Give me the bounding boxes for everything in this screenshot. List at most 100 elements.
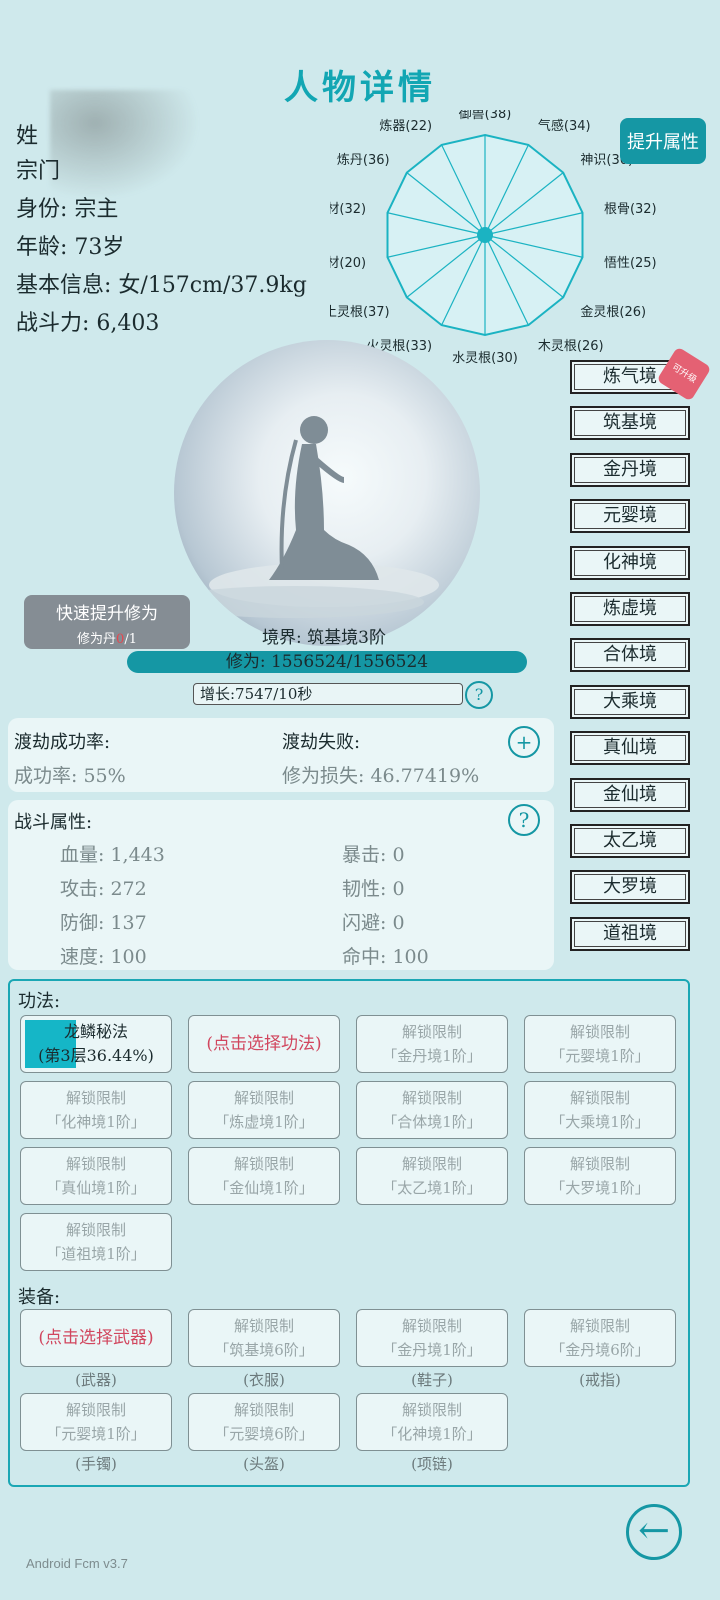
tribulation-fail-label: 渡劫失败: (282, 732, 361, 753)
quick-boost-title: 快速提升修为 (56, 604, 158, 624)
skill-slot-text: 「炼虚境1阶」 (214, 1113, 314, 1131)
skill-slot-text: 「太乙境1阶」 (382, 1179, 482, 1197)
skill-slot-locked[interactable]: 解锁限制 「炼虚境1阶」 (188, 1081, 340, 1139)
equipment-slot-locked[interactable]: 解锁限制「元婴境1阶」 (20, 1393, 172, 1451)
equipment-slot-text: 解锁限制 (401, 1401, 462, 1419)
equipment-slot-text: 「元婴境6阶」 (214, 1425, 314, 1443)
equipment-slot-locked[interactable]: 解锁限制 「金丹境6阶」 (524, 1309, 676, 1367)
skill-slot-locked[interactable]: 解锁限制「金丹境1阶」 (356, 1015, 508, 1073)
skill-slot-locked[interactable]: 解锁限制 「道祖境1阶」 (20, 1213, 172, 1271)
equipment-slot-caption: (项链) (411, 1455, 453, 1473)
combat-help-icon[interactable]: ? (508, 804, 540, 836)
upgrade-attributes-button[interactable]: 提升属性 (620, 118, 706, 164)
skill-slot-locked[interactable]: 解锁限制「化神境1阶」 (20, 1081, 172, 1139)
sect-label: 宗门 (16, 159, 61, 184)
realm-button[interactable]: 道祖境 (570, 916, 690, 951)
realm-button[interactable]: 大罗境 (570, 870, 690, 905)
pill-total: /1 (124, 632, 137, 647)
skill-slot-locked[interactable]: 解锁限制 「真仙境1阶」 (20, 1147, 172, 1205)
skill-slot-locked[interactable]: 解锁限制 「太乙境1阶」 (356, 1147, 508, 1205)
equipment-slot-caption: (手镯) (75, 1455, 117, 1473)
skills-label: 功法: (18, 991, 61, 1012)
plus-icon[interactable]: + (508, 726, 540, 758)
radar-label: 土灵根(37) (330, 305, 390, 320)
name-label: 姓 (16, 124, 39, 149)
skill-slot-locked[interactable]: 解锁限制「元婴境1阶」 (524, 1015, 676, 1073)
skill-slot-text: 「化神境1阶」 (46, 1113, 146, 1131)
radar-value-shape (477, 227, 493, 243)
realm-button[interactable]: 合体境 (570, 638, 690, 673)
skills-equipment-panel: 功法: 龙鳞秘法 (第3层36.44%) (点击选择功法) 解锁限制 「金丹境1阶」 解锁… (8, 979, 690, 1487)
select-skill-button[interactable]: (点击选择功法) (188, 1015, 340, 1073)
back-arrow-icon[interactable]: ← (626, 1504, 682, 1560)
realm-button[interactable]: 真仙境 (570, 731, 690, 766)
realm-button[interactable]: 太乙境 (570, 824, 690, 858)
radar-label: 御兽(38) (459, 110, 512, 122)
pill-label: 修为丹 (77, 632, 117, 647)
realm-text: 境界: 筑基境3阶 (262, 628, 386, 648)
equipment-slot-text: 「元婴境1阶」 (46, 1425, 146, 1443)
equipment-slot-text: 解锁限制 (233, 1317, 294, 1335)
realm-button[interactable]: 炼虚境 (570, 592, 690, 626)
equipment-slot-text: 解锁限制 (233, 1401, 294, 1419)
equipment-slot-text: 解锁限制 (65, 1401, 126, 1419)
skill-slot-locked[interactable]: 解锁限制 「大乘境1阶」 (524, 1081, 676, 1139)
radar-label: 水灵根(30) (452, 351, 518, 366)
realm-button[interactable]: 金丹境 (570, 452, 690, 487)
realm-button[interactable]: 元婴境 (570, 499, 690, 534)
equipment-slot-text: 「化神境1阶」 (382, 1425, 482, 1443)
equipment-slot-caption: (武器) (75, 1371, 117, 1389)
realm-button[interactable]: 化神境 (570, 545, 690, 580)
skill-slot-learned[interactable]: 龙鳞秘法 (第3层36.44%) (20, 1015, 172, 1073)
combat-attributes-label: 战斗属性: (14, 812, 93, 833)
attribute-radar-chart: 御兽(38)气感(34)神识(30)根骨(32)悟性(25)金灵根(26)木灵根… (330, 110, 657, 366)
skill-slot-text: 解锁限制 (65, 1155, 126, 1173)
realm-button[interactable]: 大乘境 (570, 684, 690, 719)
skill-slot-text: 解锁限制 (65, 1089, 126, 1107)
equipment-slot-locked[interactable]: 解锁限制「化神境1阶」 (356, 1393, 508, 1451)
equipment-slot-text: (点击选择武器) (38, 1328, 154, 1348)
skill-slot-text: 解锁限制 (401, 1089, 462, 1107)
skill-slot-text: 「元婴境1阶」 (550, 1047, 650, 1065)
cultivation-progress-bar: 修为: 1556524/1556524 (127, 651, 527, 673)
skill-slot-text: (点击选择功法) (206, 1034, 322, 1054)
realm-button[interactable]: 金仙境 (570, 777, 690, 812)
equipment-slot-locked[interactable]: 解锁限制「元婴境6阶」 (188, 1393, 340, 1451)
skill-slot-locked[interactable]: 解锁限制 「金仙境1阶」 (188, 1147, 340, 1205)
skill-slot-text: 「金丹境1阶」 (382, 1047, 482, 1065)
equipment-slot-locked[interactable]: 解锁限制「金丹境1阶」 (356, 1309, 508, 1367)
skill-name: 龙鳞秘法 (63, 1022, 128, 1041)
select-weapon-button[interactable]: (点击选择武器) (20, 1309, 172, 1367)
skill-slot-text: 解锁限制 (569, 1023, 630, 1041)
quick-boost-button[interactable]: 快速提升修为 修为丹0/1 (24, 595, 190, 649)
age-text: 年龄: 73岁 (16, 235, 125, 260)
equipment-slot-text: 「金丹境6阶」 (550, 1341, 650, 1359)
stat-dodge: 闪避: 0 (342, 912, 405, 934)
equipment-label: 装备: (18, 1287, 61, 1308)
skill-slot-text: 「道祖境1阶」 (46, 1245, 146, 1263)
skill-slot-locked[interactable]: 解锁限制 「大罗境1阶」 (524, 1147, 676, 1205)
basic-info-text: 基本信息: 女/157cm/37.9kg (16, 273, 307, 298)
radar-label: 气感(34) (538, 118, 591, 134)
version-text: Android Fcm v3.7 (26, 1556, 128, 1571)
cultivation-loss-text: 修为损失: 46.77419% (282, 765, 480, 787)
radar-label: 木灵根(26) (538, 339, 604, 354)
equipment-slot-caption: (戒指) (579, 1371, 621, 1389)
radar-label: 炼器(22) (379, 119, 432, 134)
growth-help-icon[interactable]: ? (465, 681, 493, 709)
realm-button[interactable]: 筑基境 (570, 406, 690, 441)
skill-slot-text: 解锁限制 (401, 1023, 462, 1041)
skill-slot-locked[interactable]: 解锁限制 「合体境1阶」 (356, 1081, 508, 1139)
radar-label: 矿材(20) (330, 256, 366, 271)
equipment-slot-caption: (衣服) (243, 1371, 285, 1389)
stat-hit: 命中: 100 (342, 946, 429, 968)
equipment-slot-text: 「金丹境1阶」 (382, 1341, 482, 1359)
skill-slot-text: 「大罗境1阶」 (550, 1179, 650, 1197)
equipment-slot-text: 解锁限制 (401, 1317, 462, 1335)
tribulation-panel: 渡劫成功率: 渡劫失败: 成功率: 55% 修为损失: 46.77419% + (8, 718, 554, 792)
radar-label: 金灵根(26) (580, 304, 646, 320)
equipment-slot-locked[interactable]: 解锁限制 「筑基境6阶」 (188, 1309, 340, 1367)
growth-rate-text: 增长:7547/10秒 (193, 683, 463, 705)
identity-text: 身份: 宗主 (16, 197, 119, 222)
stat-tenacity: 韧性: 0 (342, 878, 405, 900)
